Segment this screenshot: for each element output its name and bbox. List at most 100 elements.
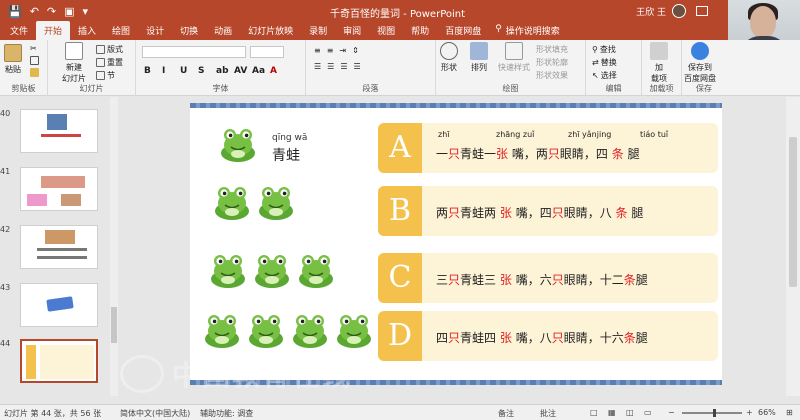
redo-icon[interactable]: ↷ [47, 5, 56, 18]
ribbon-tabs: 文件 开始 插入 绘图 设计 切换 动画 幻灯片放映 录制 审阅 视图 帮助 百度网盘 ⚲ 操作说明搜索 [0, 21, 728, 40]
frog-image [296, 251, 336, 289]
tab-0[interactable]: 文件 [2, 21, 36, 40]
save-icon[interactable]: 💾 [8, 5, 22, 18]
normal-view-icon[interactable]: □ [590, 408, 598, 417]
new-slide-button[interactable]: 新建 幻灯片 [62, 42, 86, 84]
tab-6[interactable]: 动画 [206, 21, 240, 40]
thumbnail-scrollbar[interactable] [110, 97, 118, 396]
shapes-button[interactable]: 形状 [440, 42, 458, 73]
font-format-button-4[interactable]: ab [216, 66, 229, 76]
select-button[interactable]: ↖ 选择 [592, 70, 617, 81]
frog-image [252, 251, 292, 289]
sentence-text: 一 [436, 147, 449, 161]
slide-sorter-icon[interactable]: ▦ [608, 408, 616, 417]
format-painter-button[interactable] [30, 68, 39, 77]
customize-icon[interactable]: ▾ [83, 5, 89, 18]
tab-11[interactable]: 帮助 [403, 21, 437, 40]
accessibility-status[interactable]: 辅助功能: 调查 [200, 408, 253, 419]
font-format-button-6[interactable]: Aa [252, 66, 265, 76]
slide-scroll-thumb[interactable] [789, 137, 797, 287]
list-buttons[interactable]: ≡ ≡ ⇥ ⇕ [314, 46, 359, 55]
zoom-out-icon[interactable]: − [668, 408, 675, 417]
notes-button[interactable]: 备注 [498, 408, 514, 419]
addins-button[interactable]: 加 载项 [650, 42, 668, 84]
tab-1[interactable]: 开始 [36, 21, 71, 40]
slide-thumbnail[interactable] [20, 109, 98, 153]
font-format-button-7[interactable]: A [270, 66, 277, 76]
tab-2[interactable]: 插入 [70, 21, 104, 40]
tab-10[interactable]: 视图 [369, 21, 403, 40]
align-left-icon: ☰ [314, 62, 322, 71]
shape-effects-button[interactable]: 形状效果 [536, 70, 568, 81]
fit-slide-icon[interactable]: ⊞ [786, 408, 793, 417]
copy-button[interactable] [30, 56, 39, 65]
font-size-box[interactable] [250, 46, 284, 58]
addins-group: 加 载项 加载项 [642, 40, 682, 96]
tab-12[interactable]: 百度网盘 [437, 21, 489, 40]
cut-button[interactable]: ✂ [30, 44, 37, 53]
font-name-box[interactable] [142, 46, 246, 58]
replace-button[interactable]: ⇄ 替换 [592, 57, 617, 68]
thumbnail-line [37, 256, 87, 259]
slide-thumbnail[interactable] [20, 167, 98, 211]
answer-option-c[interactable]: C 三只青蛙三 张 嘴，六只眼睛，十二条腿 [378, 253, 718, 303]
slide-thumbnail-pane: 404142434445 [0, 97, 110, 396]
slideshow-view-icon[interactable]: ▭ [644, 408, 652, 417]
status-bar: 幻灯片 第 44 张，共 56 张 简体中文(中国大陆) 辅助功能: 调查 备注… [0, 404, 800, 420]
tab-3[interactable]: 绘图 [104, 21, 138, 40]
arrange-button[interactable]: 排列 [470, 42, 488, 73]
thumbnail-number: 40 [0, 109, 11, 118]
user-area[interactable]: 王欣 王 [636, 4, 708, 18]
tab-7[interactable]: 幻灯片放映 [240, 21, 301, 40]
zoom-slider[interactable] [682, 412, 742, 414]
editing-label: 编辑 [605, 84, 622, 93]
find-button[interactable]: ⚲ 查找 [592, 44, 616, 55]
clipboard-group: 粘贴 ✂ 剪贴板 [0, 40, 48, 96]
slide-thumbnail[interactable] [20, 339, 98, 383]
font-format-button-0[interactable]: B [144, 66, 151, 76]
tab-9[interactable]: 审阅 [335, 21, 369, 40]
slide-scrollbar[interactable] [786, 97, 800, 396]
sentence-text: 眼睛，四 [559, 147, 612, 161]
answer-option-d[interactable]: D 四只青蛙四 张 嘴，八只眼睛，十六条腿 [378, 311, 718, 361]
paste-button[interactable]: 粘贴 [4, 44, 22, 75]
align-center-icon: ☰ [327, 62, 335, 71]
quick-styles-button[interactable]: 快速样式 [498, 42, 530, 73]
slide-thumbnail[interactable] [20, 283, 98, 327]
shape-outline-button[interactable]: 形状轮廓 [536, 57, 568, 68]
tab-4[interactable]: 设计 [138, 21, 172, 40]
quick-access-toolbar: 💾 ↶ ↷ ▣ ▾ [0, 5, 88, 18]
slideshow-icon[interactable]: ▣ [64, 5, 74, 18]
undo-icon[interactable]: ↶ [30, 5, 39, 18]
ribbon-display-icon[interactable] [696, 6, 708, 16]
zoom-slider-knob[interactable] [713, 409, 716, 417]
language-indicator[interactable]: 简体中文(中国大陆) [120, 408, 190, 419]
zoom-in-icon[interactable]: + [746, 408, 753, 417]
section-button[interactable]: 节 [96, 70, 115, 81]
zoom-level[interactable]: 66% [758, 408, 776, 417]
font-format-button-1[interactable]: I [162, 66, 165, 76]
sentence-text: 两 [436, 206, 449, 220]
comments-button[interactable]: 批注 [540, 408, 556, 419]
font-format-button-3[interactable]: S [198, 66, 204, 76]
font-format-button-2[interactable]: U [180, 66, 187, 76]
shape-fill-button[interactable]: 形状填充 [536, 44, 568, 55]
tab-5[interactable]: 切换 [172, 21, 206, 40]
thumbnail-number: 44 [0, 339, 11, 348]
save-to-baidu-button[interactable]: 保存到 百度网盘 [684, 42, 716, 84]
tell-me-search[interactable]: ⚲ 操作说明搜索 [489, 21, 566, 40]
justify-icon: ☰ [353, 62, 361, 71]
watermark-text: 中国教育在线 [172, 359, 353, 392]
layout-button[interactable]: 版式 [96, 44, 123, 55]
reset-button[interactable]: 重置 [96, 57, 123, 68]
avatar[interactable] [672, 4, 686, 18]
numbering-icon: ≡ [326, 46, 334, 55]
thumbnail-scroll-thumb[interactable] [111, 307, 117, 343]
answer-option-a[interactable]: Azhī zhāng zuǐ zhī yǎnjing tiáo tuǐ 一只青蛙一张 嘴… [378, 123, 718, 173]
answer-option-b[interactable]: B 两只青蛙两 张 嘴，四只眼睛，八 条 腿 [378, 186, 718, 236]
align-buttons[interactable]: ☰ ☰ ☰ ☰ [314, 62, 361, 71]
font-format-button-5[interactable]: AV [234, 66, 247, 76]
reading-view-icon[interactable]: ◫ [626, 408, 634, 417]
slide-thumbnail[interactable] [20, 225, 98, 269]
tab-8[interactable]: 录制 [301, 21, 335, 40]
